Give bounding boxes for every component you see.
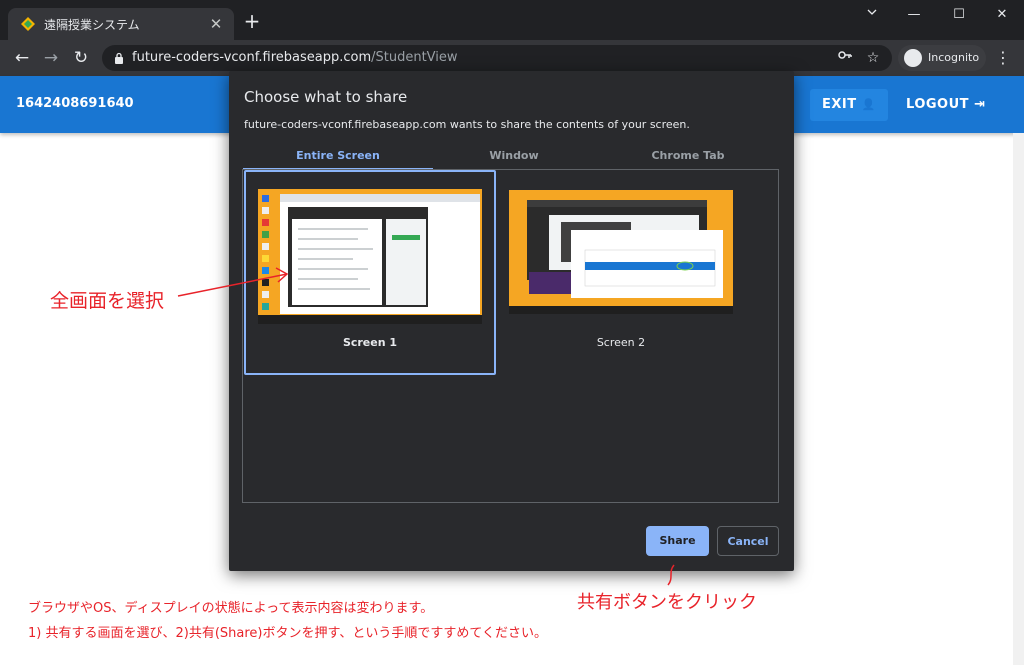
arrow-to-share-button: [667, 564, 675, 586]
annotation-click-share: 共有ボタンをクリック: [577, 592, 757, 613]
screenshot-root: 遠隔授業システム ✕ + — ☐ ✕ ← → ↻ future-coders-v…: [0, 0, 1024, 665]
annotation-arrows: [177, 267, 675, 586]
arrow-to-screen-1: [177, 267, 289, 297]
annotation-select-entire: 全画面を選択: [50, 290, 165, 312]
